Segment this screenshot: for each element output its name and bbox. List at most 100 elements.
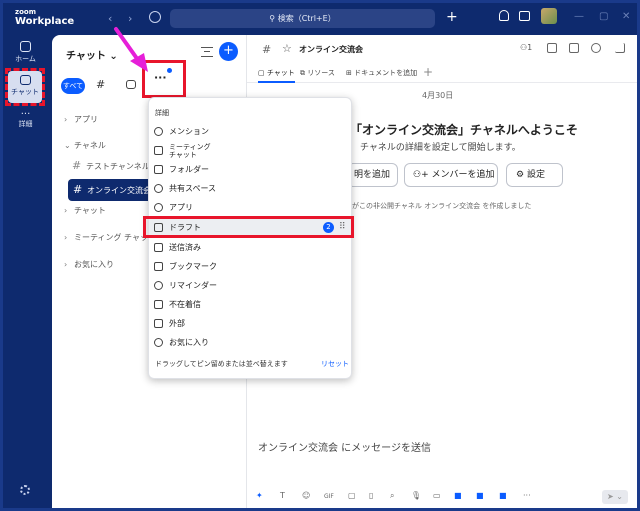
emoji-icon[interactable]: ☺ [302,491,310,500]
settings-button[interactable]: ⚙ 設定 [506,163,563,187]
chevron-right-icon: › [64,233,68,242]
more-icon: ··· [20,109,31,120]
whiteboard-app-icon[interactable]: ■ [499,491,507,500]
video-message-icon[interactable]: ▭ [433,491,441,500]
member-count[interactable]: ⚇1 [520,43,532,52]
attach-file-icon[interactable]: ▯ [369,491,373,500]
unread-dot [167,68,172,73]
tab-chat[interactable]: ▢ チャット [258,68,295,83]
whiteboard-icon[interactable] [519,11,530,21]
menu-item-meeting-chat[interactable]: ミーティング チャット [149,141,353,160]
channel-created-info: がこの非公開チャネル オンライン交流会 を作成しました [352,202,532,210]
zoom-logo: zoom Workplace [15,8,75,27]
section-chats[interactable]: › チャット [64,205,106,216]
search-icon: ⚲ [269,14,278,23]
hash-icon: # [72,159,82,172]
bookmark-icon [154,262,163,271]
back-arrow-icon[interactable]: ‹ [108,12,112,25]
bell-icon[interactable] [499,10,509,21]
format-text-icon[interactable]: T [280,491,285,500]
new-chat-button[interactable]: + [219,42,238,61]
send-button[interactable]: ➤ ⌄ [602,490,628,504]
phone-icon[interactable] [547,43,557,53]
channel-item[interactable]: # テストチャンネル [72,159,152,172]
section-channels[interactable]: ⌄ チャネル [64,140,106,151]
share-icon [154,184,163,193]
sidebar-toggle-icon[interactable] [615,43,625,53]
welcome-subtitle: チャネルの詳細を設定して開始します。 [360,143,521,153]
menu-item-mentions[interactable]: メンション [149,122,353,141]
settings-gear-icon[interactable] [20,485,30,495]
add-tab-icon[interactable]: + [423,65,433,79]
at-icon [154,127,163,136]
menu-item-sent[interactable]: 送信済み [149,238,353,257]
tab-add-document[interactable]: ⊞ ドキュメントを追加 [346,68,417,78]
screenshot-icon[interactable]: ▢ [348,491,356,500]
minimize-icon[interactable]: — [574,11,584,22]
menu-footer-hint: ドラッグしてピン留めまたは並べ替えます [155,360,288,368]
calendar-icon [154,146,163,155]
channel-filter-icon[interactable]: # [96,78,105,91]
message-input[interactable]: オンライン交流会 にメッセージを送信 [247,439,637,454]
menu-item-apps[interactable]: アプリ [149,198,353,217]
tab-resources[interactable]: ⧉ リソース [300,68,335,78]
star-icon [154,338,163,347]
more-tools-icon[interactable]: ··· [523,491,531,500]
arrow-shaft [114,27,140,62]
history-icon[interactable] [149,11,161,23]
composer-toolbar: ✦ T ☺ GIF ▢ ▯ ⌕ 🎙 ▭ ■ ■ ■ ··· ➤ ⌄ [247,487,637,507]
add-description-button[interactable]: 明を追加 [347,163,398,187]
reset-link[interactable]: リセット [321,359,349,369]
code-snippet-icon[interactable]: ⌕ [390,491,394,501]
menu-item-favorites[interactable]: お気に入り [149,333,353,352]
more-tab-button[interactable]: ··· [154,71,167,84]
add-member-button[interactable]: ⚇+ メンバーを追加 [404,163,498,187]
filter-icon[interactable] [201,47,213,57]
app-icon[interactable]: ■ [454,491,462,500]
menu-header: 詳細 [155,109,169,117]
left-rail: ホーム チャット ··· 詳細 [3,35,48,508]
forward-arrow-icon[interactable]: › [128,12,132,25]
alarm-icon [154,281,163,290]
gear-icon: ⚙ [516,170,527,180]
star-icon[interactable]: ☆ [282,42,292,55]
calendar-icon[interactable] [569,43,579,53]
conversation-tabs: ▢ チャット ⧉ リソース ⊞ ドキュメントを追加 + [247,65,637,83]
date-divider: 4月30日 [422,91,454,100]
rail-more[interactable]: ··· 詳細 [3,109,48,129]
plus-icon[interactable]: + [446,9,458,25]
channel-title[interactable]: オンライン交流会 [299,44,363,55]
tab-all[interactable]: すべて [61,78,85,94]
rail-home[interactable]: ホーム [3,41,48,64]
menu-item-external[interactable]: 外部 [149,314,353,333]
panel-title[interactable]: チャット ⌄ [66,47,118,62]
more-menu: 詳細 メンション ミーティング チャット フォルダー 共有スペース アプリ ドラ… [148,97,353,379]
audio-message-icon[interactable]: 🎙 [411,491,421,500]
menu-item-missed-calls[interactable]: 不在着信 [149,295,353,314]
rail-chat[interactable]: チャット [8,71,42,103]
section-favorites[interactable]: › お気に入り [64,259,114,270]
chevron-right-icon: › [64,260,68,269]
menu-item-shared-spaces[interactable]: 共有スペース [149,179,353,198]
zoom-meeting-icon[interactable]: ■ [476,491,484,500]
external-icon [154,319,163,328]
menu-item-bookmarks[interactable]: ブックマーク [149,257,353,276]
dm-filter-icon[interactable] [126,80,136,89]
search-input[interactable]: ⚲ 検索（Ctrl+E） [170,9,435,28]
welcome-heading: 「オンライン交流会」チャネルへようこそ [350,123,578,137]
channel-item-active[interactable]: # オンライン交流会 [68,179,158,201]
gif-icon[interactable]: GIF [324,493,334,500]
section-apps[interactable]: › アプリ [64,114,98,125]
home-icon [20,41,31,52]
menu-item-reminders[interactable]: リマインダー [149,276,353,295]
menu-item-folders[interactable]: フォルダー [149,160,353,179]
app-icon [154,203,163,212]
maximize-icon[interactable]: ▢ [599,11,608,22]
ai-sparkle-icon[interactable]: ✦ [256,491,263,500]
chat-icon [19,75,31,85]
close-icon[interactable]: ✕ [622,11,630,22]
avatar[interactable] [541,8,557,24]
search-icon[interactable] [591,43,601,53]
folder-icon [154,165,163,174]
chevron-right-icon: › [64,115,68,124]
